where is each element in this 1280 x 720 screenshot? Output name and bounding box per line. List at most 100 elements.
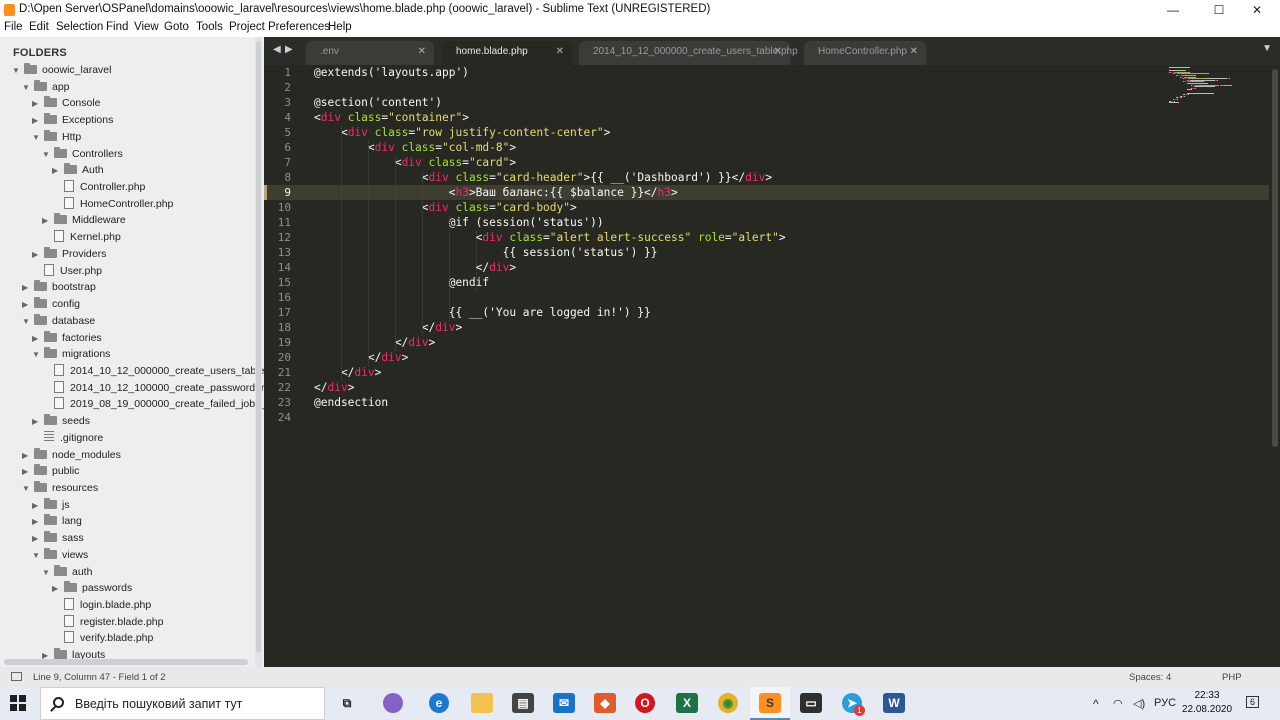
code-line[interactable]: <div class="card-body"> xyxy=(314,201,577,214)
editor-scroll-thumb[interactable] xyxy=(1272,69,1278,447)
tree-folder[interactable]: ▶ public xyxy=(22,463,79,479)
chevron-down-icon[interactable]: ▼ xyxy=(32,548,41,564)
tree-file[interactable]: 2019_08_19_000000_create_failed_jobs_ta xyxy=(42,396,264,412)
menu-project[interactable]: Project xyxy=(229,21,265,33)
minimap[interactable] xyxy=(1169,67,1239,107)
tab-list-dropdown-icon[interactable]: ▼ xyxy=(1262,43,1272,54)
code-line[interactable]: <div class="card"> xyxy=(314,156,516,169)
code-line[interactable]: </div> xyxy=(314,321,462,334)
tree-file[interactable]: .gitignore xyxy=(32,430,103,446)
chevron-down-icon[interactable]: ▼ xyxy=(22,481,31,497)
notifications-icon[interactable]: 6 xyxy=(1246,696,1260,708)
code-line[interactable]: </div> xyxy=(314,366,381,379)
code-line[interactable]: @if (session('status')) xyxy=(314,216,604,229)
tree-file[interactable]: verify.blade.php xyxy=(52,630,153,646)
language-indicator[interactable]: РУС xyxy=(1154,697,1176,709)
tray-expand-icon[interactable]: ^ xyxy=(1093,697,1099,711)
tree-folder[interactable]: ▼ migrations xyxy=(32,346,110,362)
sublime-text-icon[interactable]: S xyxy=(759,693,781,713)
tree-folder[interactable]: ▶ Middleware xyxy=(42,212,126,228)
syntax-setting[interactable]: PHP xyxy=(1222,672,1242,683)
tree-folder[interactable]: ▶ sass xyxy=(32,530,84,546)
menu-view[interactable]: View xyxy=(134,21,159,33)
chevron-down-icon[interactable]: ▼ xyxy=(42,147,51,163)
tree-folder[interactable]: ▶ passwords xyxy=(52,580,132,596)
chevron-down-icon[interactable]: ▼ xyxy=(32,130,41,146)
chevron-right-icon[interactable]: ▶ xyxy=(42,213,51,229)
tree-folder[interactable]: ▼ Http xyxy=(32,129,81,145)
code-editor[interactable]: 1 2 3 4 5 6 7 8 9 10 11 12 13 14 15 16 17 18 19 20 21 22 23 24 … xyxy=(264,65,1280,667)
tree-folder[interactable]: ▼ database xyxy=(22,313,95,329)
store-icon[interactable]: ▤ xyxy=(512,693,534,713)
cortana-icon[interactable] xyxy=(383,693,403,713)
code-line[interactable]: @extends('layouts.app') xyxy=(314,66,469,79)
menu-goto[interactable]: Goto xyxy=(164,21,189,33)
tab-home-blade[interactable]: home.blade.php ✕ xyxy=(442,41,572,65)
mail-icon[interactable]: ✉ xyxy=(553,693,575,713)
network-icon[interactable]: ◠ xyxy=(1113,697,1123,710)
taskbar-search-box[interactable]: Введіть пошуковий запит тут xyxy=(40,687,325,720)
code-line[interactable]: <div class="container"> xyxy=(314,111,469,124)
chevron-down-icon[interactable]: ▼ xyxy=(42,565,51,581)
chevron-right-icon[interactable]: ▶ xyxy=(22,280,31,296)
chevron-right-icon[interactable]: ▶ xyxy=(52,163,61,179)
terminal-icon[interactable]: ▭ xyxy=(800,693,822,713)
chevron-right-icon[interactable]: ▶ xyxy=(32,414,41,430)
tree-folder[interactable]: ▶ Console xyxy=(32,95,101,111)
tree-file[interactable]: 2014_10_12_100000_create_password_re xyxy=(42,380,264,396)
editor-scrollbar[interactable] xyxy=(1269,65,1280,667)
close-icon[interactable]: ✕ xyxy=(418,41,426,63)
tree-file[interactable]: 2014_10_12_000000_create_users_table.p xyxy=(42,363,264,379)
chevron-right-icon[interactable]: ▶ xyxy=(32,113,41,129)
tab-forward-icon[interactable]: ▶ xyxy=(285,44,293,55)
code-line[interactable]: {{ __('You are logged in!') }} xyxy=(314,306,651,319)
chevron-right-icon[interactable]: ▶ xyxy=(32,247,41,263)
edge-icon[interactable]: e xyxy=(429,693,449,713)
tab-back-icon[interactable]: ◀ xyxy=(273,44,281,55)
tree-folder[interactable]: ▼ resources xyxy=(22,480,98,496)
sidebar-horizontal-scrollbar[interactable] xyxy=(4,659,248,665)
tree-folder[interactable]: ▼ ooowic_laravel xyxy=(12,62,111,78)
tree-file[interactable]: register.blade.php xyxy=(52,614,163,630)
tab-env[interactable]: .env ✕ xyxy=(306,41,434,65)
chevron-right-icon[interactable]: ▶ xyxy=(52,581,61,597)
close-icon[interactable]: ✕ xyxy=(774,41,782,63)
tree-folder[interactable]: ▶ lang xyxy=(32,513,82,529)
minimize-button[interactable]: — xyxy=(1150,0,1196,20)
tree-folder[interactable]: ▶ config xyxy=(22,296,80,312)
code-line[interactable]: {{ session('status') }} xyxy=(314,246,658,259)
tab-create-users-table[interactable]: 2014_10_12_000000_create_users_table.php… xyxy=(579,41,798,65)
tree-file[interactable]: login.blade.php xyxy=(52,597,151,613)
tree-folder[interactable]: ▶ bootstrap xyxy=(22,279,96,295)
tree-folder[interactable]: ▼ Controllers xyxy=(42,146,123,162)
code-line[interactable]: @endsection xyxy=(314,396,388,409)
code-line[interactable]: <div class="alert alert-success" role="a… xyxy=(314,231,786,244)
clock[interactable]: 22:33 22.08.2020 xyxy=(1177,689,1237,717)
tree-folder[interactable]: ▶ node_modules xyxy=(22,447,121,463)
tree-folder[interactable]: ▶ Exceptions xyxy=(32,112,113,128)
code-line[interactable]: </div> xyxy=(314,351,408,364)
chevron-right-icon[interactable]: ▶ xyxy=(32,498,41,514)
chevron-right-icon[interactable]: ▶ xyxy=(22,297,31,313)
tree-file[interactable]: User.php xyxy=(32,263,102,279)
tree-file[interactable]: Controller.php xyxy=(52,179,145,195)
code-line[interactable]: <div class="row justify-content-center"> xyxy=(314,126,610,139)
tree-folder[interactable]: ▼ app xyxy=(22,79,70,95)
menu-selection[interactable]: Selection xyxy=(56,21,103,33)
chevron-right-icon[interactable]: ▶ xyxy=(32,514,41,530)
tree-folder[interactable]: ▼ auth xyxy=(42,564,92,580)
menu-file[interactable]: File xyxy=(4,21,23,33)
code-line[interactable]: </div> xyxy=(314,381,354,394)
chevron-right-icon[interactable]: ▶ xyxy=(22,448,31,464)
chevron-right-icon[interactable]: ▶ xyxy=(32,96,41,112)
code-line[interactable]: </div> xyxy=(314,336,435,349)
tree-folder[interactable]: ▼ views xyxy=(32,547,88,563)
tree-file[interactable]: Kernel.php xyxy=(42,229,121,245)
tree-folder[interactable]: ▶ Providers xyxy=(32,246,106,262)
tree-folder[interactable]: ▶ js xyxy=(32,497,70,513)
close-icon[interactable]: ✕ xyxy=(556,41,564,63)
menu-find[interactable]: Find xyxy=(106,21,128,33)
chevron-right-icon[interactable]: ▶ xyxy=(32,331,41,347)
file-explorer-icon[interactable] xyxy=(471,693,493,713)
chevron-right-icon[interactable]: ▶ xyxy=(22,464,31,480)
